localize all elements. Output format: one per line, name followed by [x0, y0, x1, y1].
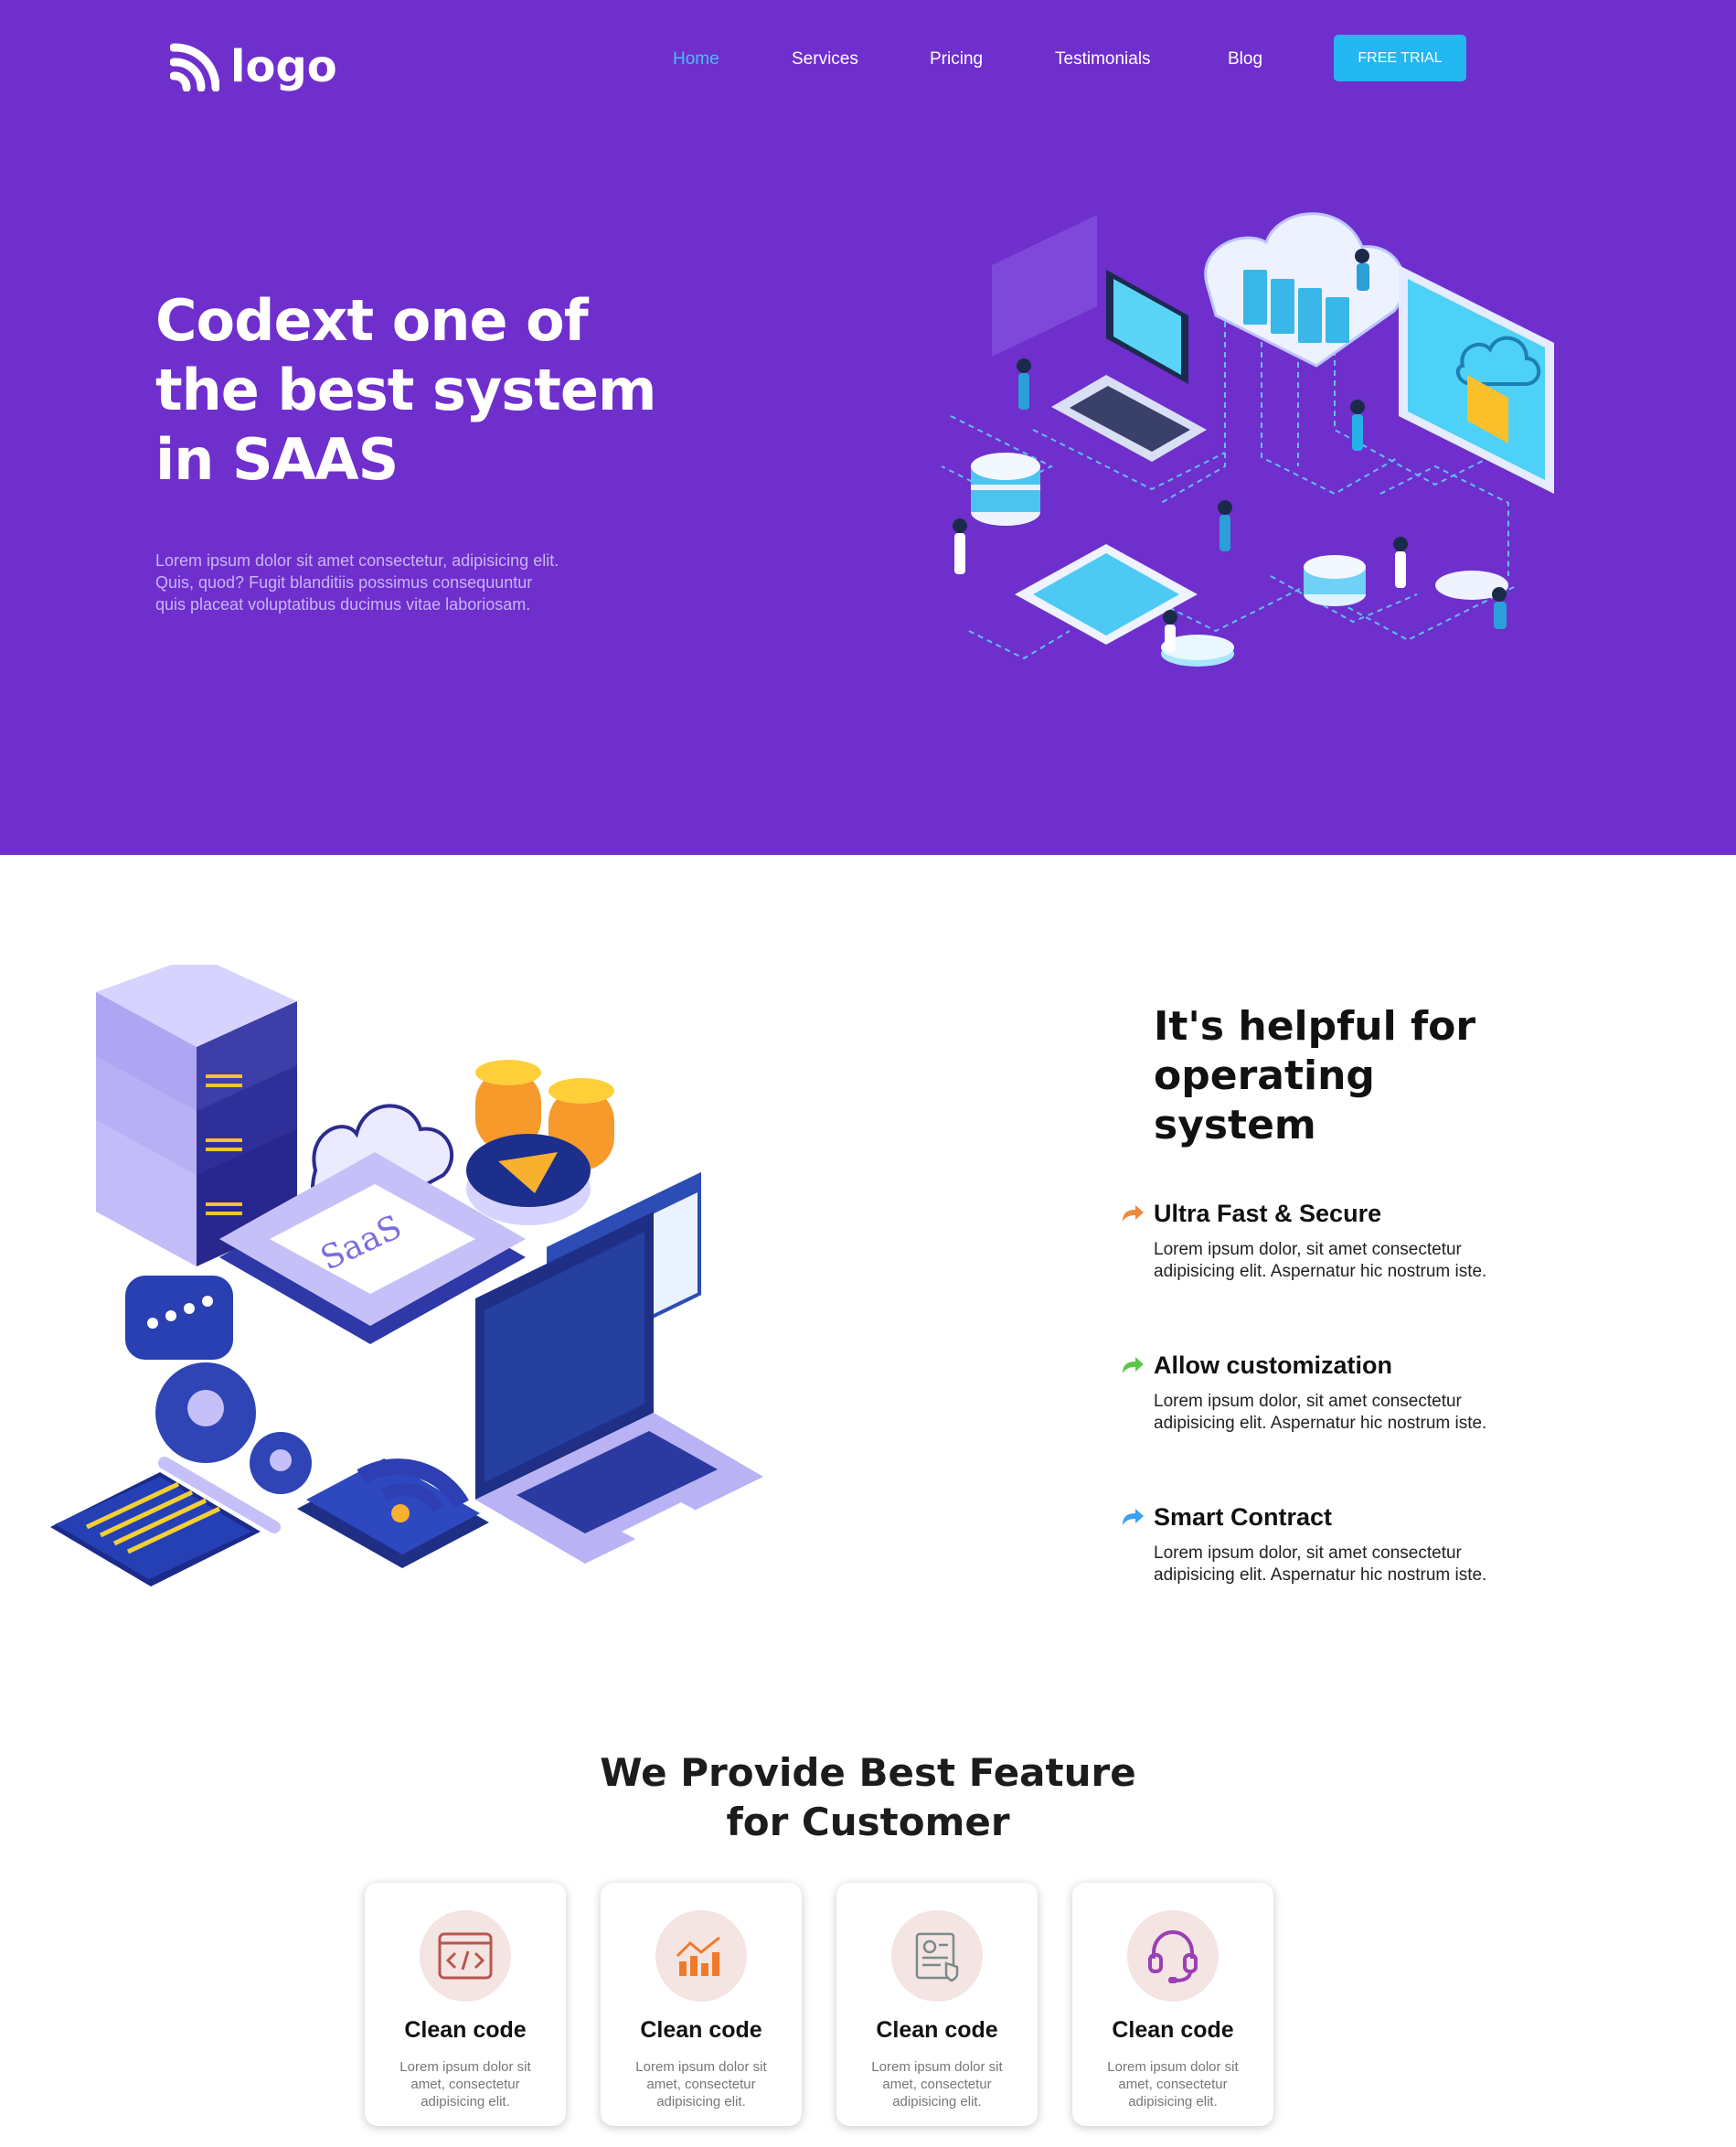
hero-text-line: quis placeat voluptatibus ducimus vitae … — [155, 595, 531, 614]
hero-title-line: the best system — [155, 357, 656, 423]
nav-home[interactable]: Home — [673, 49, 719, 69]
feature-text-line: adipisicing elit. Aspernatur hic nostrum… — [1154, 1414, 1487, 1433]
card-text-line: Lorem ipsum dolor sit — [1107, 2059, 1239, 2075]
card-title: Clean code — [640, 2017, 762, 2043]
nav-testimonials[interactable]: Testimonials — [1055, 49, 1151, 69]
feature-title: Ultra Fast & Secure — [1154, 1200, 1382, 1227]
feature-text-line: adipisicing elit. Aspernatur hic nostrum… — [1154, 1262, 1487, 1281]
hero-title-line: in SAAS — [155, 426, 399, 493]
hero-section: logo Home Services Pricing Testimonials … — [0, 0, 1736, 855]
service-card[interactable]: Clean code Lorem ipsum dolor sit amet, co… — [601, 1883, 802, 2126]
card-title: Clean code — [876, 2017, 998, 2043]
card-title: Clean code — [404, 2017, 527, 2043]
hero-description: Lorem ipsum dolor sit amet consectetur, … — [155, 550, 649, 615]
card-text-line: adipisicing elit. — [892, 2094, 982, 2110]
about-title: It's helpful for operating system — [1154, 1002, 1666, 1150]
card-title: Clean code — [1112, 2017, 1234, 2043]
logo[interactable]: logo — [170, 42, 337, 91]
hero-illustration — [941, 212, 1554, 667]
card-text: Lorem ipsum dolor sit amet, consectetur ad… — [855, 2058, 1019, 2110]
service-card[interactable]: Clean code Lorem ipsum dolor sit amet, co… — [836, 1883, 1038, 2126]
card-text-line: amet, consectetur — [410, 2077, 520, 2092]
hero-title: Codext one of the best system in SAAS — [155, 286, 667, 495]
feature-text: Lorem ipsum dolor, sit amet consectetur a… — [1154, 1239, 1592, 1283]
hero-title-line: Codext one of — [155, 287, 589, 354]
services-title-line: for Customer — [726, 1800, 1010, 1844]
services-title: We Provide Best Feature for Customer — [0, 1748, 1736, 1847]
feature-text-line: adipisicing elit. Aspernatur hic nostrum… — [1154, 1565, 1487, 1585]
about-title-line: It's helpful for operating — [1154, 1003, 1476, 1099]
card-text-line: adipisicing elit. — [1128, 2094, 1218, 2110]
card-text: Lorem ipsum dolor sit amet, consectetur ad… — [383, 2058, 548, 2110]
logo-text: logo — [230, 41, 337, 92]
hero-text-line: Quis, quod? Fugit blanditiis possimus co… — [155, 573, 533, 592]
feature-text: Lorem ipsum dolor, sit amet consectetur a… — [1154, 1391, 1592, 1435]
card-text-line: adipisicing elit. — [421, 2094, 510, 2110]
card-text-line: amet, consectetur — [882, 2077, 992, 2092]
forward-arrow-icon — [1123, 1205, 1144, 1222]
nav-services[interactable]: Services — [792, 49, 858, 69]
feature-title: Allow customization — [1154, 1351, 1393, 1379]
card-text: Lorem ipsum dolor sit amet, consectetur ad… — [1091, 2058, 1255, 2110]
card-text-line: amet, consectetur — [646, 2077, 756, 2092]
chart-icon — [655, 1910, 747, 2002]
service-card[interactable]: Clean code Lorem ipsum dolor sit amet, co… — [365, 1883, 566, 2126]
services-title-line: We Provide Best Feature — [600, 1750, 1136, 1795]
main-nav: Home Services Pricing Testimonials Blog — [673, 49, 1313, 77]
card-text-line: Lorem ipsum dolor sit — [871, 2059, 1003, 2075]
code-icon — [420, 1910, 511, 2002]
card-text-line: Lorem ipsum dolor sit — [399, 2059, 531, 2075]
headset-icon — [1127, 1910, 1219, 2002]
forward-arrow-icon — [1123, 1357, 1144, 1373]
forward-arrow-icon — [1123, 1509, 1144, 1525]
card-text-line: Lorem ipsum dolor sit — [635, 2059, 767, 2075]
feature-text-line: Lorem ipsum dolor, sit amet consectetur — [1154, 1240, 1462, 1259]
logo-icon — [170, 43, 219, 91]
hero-text-line: Lorem ipsum dolor sit amet consectetur, … — [155, 551, 559, 570]
nav-blog[interactable]: Blog — [1228, 49, 1262, 69]
service-card[interactable]: Clean code Lorem ipsum dolor sit amet, co… — [1072, 1883, 1273, 2126]
feature-text-line: Lorem ipsum dolor, sit amet consectetur — [1154, 1392, 1462, 1411]
about-title-line: system — [1154, 1102, 1316, 1148]
card-text: Lorem ipsum dolor sit amet, consectetur ad… — [619, 2058, 783, 2110]
card-text-line: amet, consectetur — [1118, 2077, 1228, 2092]
saas-illustration: SaaS — [50, 965, 763, 1586]
feature-text-line: Lorem ipsum dolor, sit amet consectetur — [1154, 1543, 1462, 1563]
card-text-line: adipisicing elit. — [656, 2094, 746, 2110]
free-trial-button[interactable]: FREE TRIAL — [1334, 35, 1466, 81]
feature-title: Smart Contract — [1154, 1503, 1333, 1531]
nav-pricing[interactable]: Pricing — [930, 49, 983, 69]
certificate-icon — [891, 1910, 983, 2002]
feature-text: Lorem ipsum dolor, sit amet consectetur a… — [1154, 1543, 1592, 1586]
